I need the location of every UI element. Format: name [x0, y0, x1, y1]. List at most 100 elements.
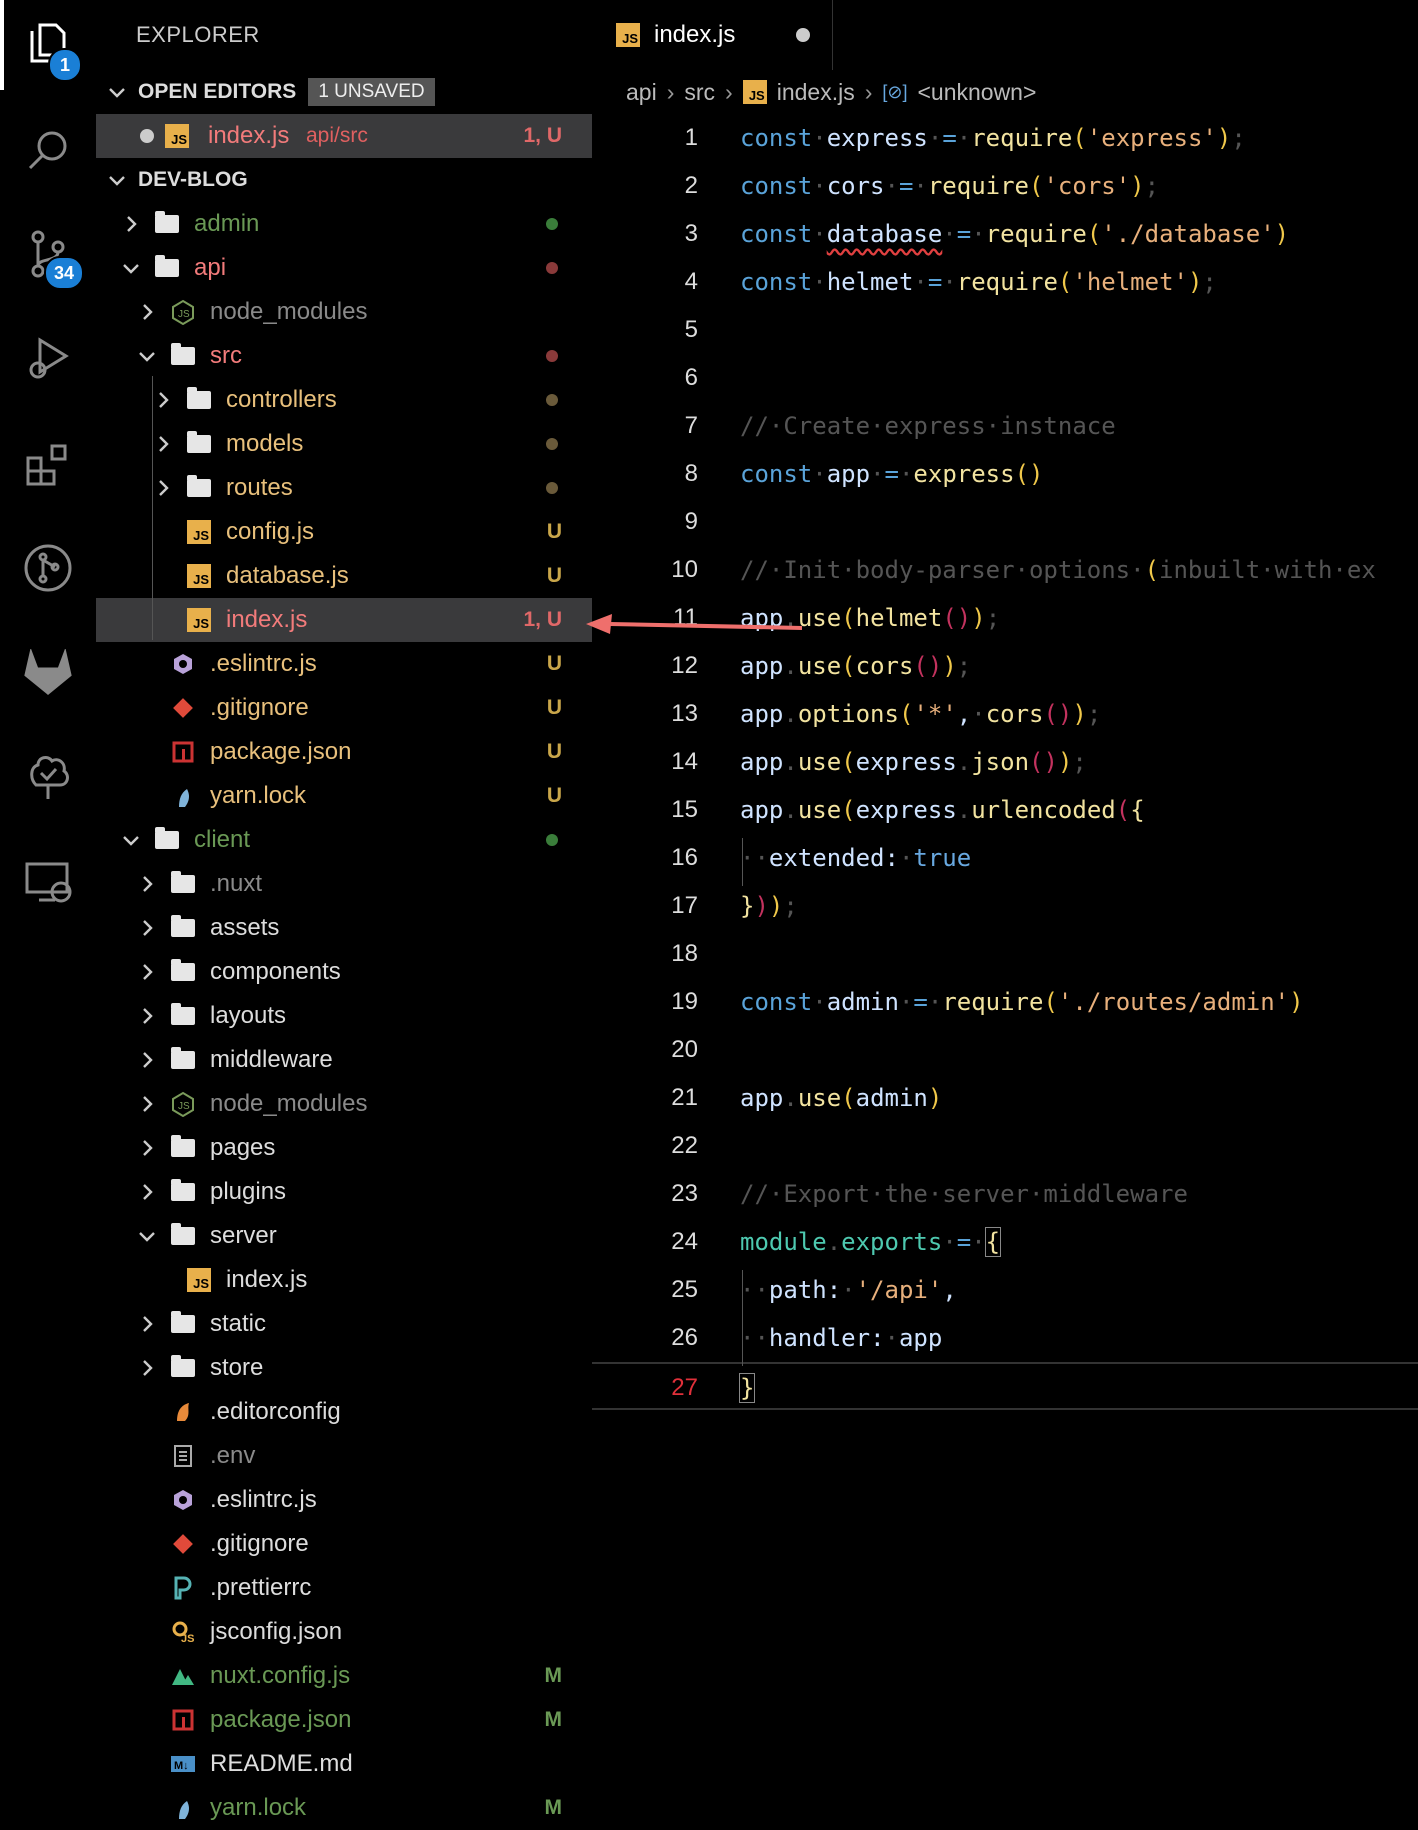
run-debug-icon[interactable] — [18, 328, 78, 388]
code-line[interactable]: 2 const·cors·=·require('cors'); — [592, 162, 1418, 210]
code-line[interactable]: 4 const·helmet·=·require('helmet'); — [592, 258, 1418, 306]
folder-row[interactable]: middleware — [96, 1038, 592, 1082]
code-line[interactable]: 17})); — [592, 882, 1418, 930]
chevron-down-icon[interactable] — [120, 829, 142, 851]
breadcrumb-item[interactable]: <unknown> — [917, 79, 1036, 106]
file-row[interactable]: package.json M — [96, 1698, 592, 1742]
code-line[interactable]: 18 — [592, 930, 1418, 978]
folder-row[interactable]: plugins — [96, 1170, 592, 1214]
file-row[interactable]: .gitignore — [96, 1522, 592, 1566]
file-row[interactable]: .editorconfig — [96, 1390, 592, 1434]
folder-row[interactable]: static — [96, 1302, 592, 1346]
code-line[interactable]: 10 //·Init·body-parser·options·(inbuilt·w… — [592, 546, 1418, 594]
file-row[interactable]: yarn.lock M — [96, 1786, 592, 1830]
code-line[interactable]: 13 app.options('*',·cors()); — [592, 690, 1418, 738]
breadcrumb-item[interactable]: src — [684, 79, 715, 106]
chevron-right-icon[interactable] — [136, 1313, 158, 1335]
file-row[interactable]: JS config.js U — [96, 510, 592, 554]
code-line[interactable]: 9 — [592, 498, 1418, 546]
code-line[interactable]: 1 const·express·=·require('express'); — [592, 114, 1418, 162]
folder-row[interactable]: layouts — [96, 994, 592, 1038]
folder-row[interactable]: components — [96, 950, 592, 994]
chevron-down-icon[interactable] — [120, 257, 142, 279]
folder-row[interactable]: pages — [96, 1126, 592, 1170]
file-row[interactable]: .env — [96, 1434, 592, 1478]
folder-row[interactable]: server — [96, 1214, 592, 1258]
gitlab-icon[interactable] — [18, 642, 78, 702]
project-header[interactable]: DEV-BLOG — [96, 162, 592, 198]
file-row[interactable]: yarn.lock U — [96, 774, 592, 818]
open-editor-item[interactable]: JS index.js api/src 1, U — [96, 114, 592, 158]
chevron-right-icon[interactable] — [152, 389, 174, 411]
code-line[interactable]: 3 const·database·=·require('./database') — [592, 210, 1418, 258]
folder-row[interactable]: admin — [96, 202, 592, 246]
folder-row[interactable]: store — [96, 1346, 592, 1390]
source-control-icon[interactable]: 34 — [18, 224, 84, 290]
file-row[interactable]: JS database.js U — [96, 554, 592, 598]
folder-row[interactable]: controllers — [96, 378, 592, 422]
file-row[interactable]: .gitignore U — [96, 686, 592, 730]
chevron-right-icon[interactable] — [136, 1357, 158, 1379]
code-line[interactable]: 26 ··handler:·app — [592, 1314, 1418, 1362]
code-line[interactable]: 25 ··path:·'/api', — [592, 1266, 1418, 1314]
code-line[interactable]: 27} — [592, 1362, 1418, 1410]
file-row[interactable]: JS jsconfig.json — [96, 1610, 592, 1654]
chevron-right-icon[interactable] — [136, 1137, 158, 1159]
file-row[interactable]: .eslintrc.js — [96, 1478, 592, 1522]
chevron-down-icon[interactable] — [136, 345, 158, 367]
chevron-right-icon[interactable] — [136, 873, 158, 895]
chevron-right-icon[interactable] — [120, 213, 142, 235]
chevron-right-icon[interactable] — [136, 1005, 158, 1027]
code-line[interactable]: 15 app.use(express.urlencoded({ — [592, 786, 1418, 834]
folder-row[interactable]: models — [96, 422, 592, 466]
chevron-right-icon[interactable] — [136, 917, 158, 939]
git-graph-icon[interactable] — [18, 538, 78, 598]
extensions-icon[interactable] — [18, 434, 78, 494]
tab-index-js[interactable]: JS index.js — [592, 0, 833, 70]
code-line[interactable]: 21 app.use(admin) — [592, 1074, 1418, 1122]
open-editors-header[interactable]: OPEN EDITORS 1 UNSAVED — [96, 74, 592, 110]
code-line[interactable]: 24 module.exports·=·{ — [592, 1218, 1418, 1266]
file-row[interactable]: .eslintrc.js U — [96, 642, 592, 686]
breadcrumb-item[interactable]: index.js — [777, 79, 855, 106]
file-row[interactable]: .prettierrc — [96, 1566, 592, 1610]
folder-row[interactable]: JS node_modules — [96, 1082, 592, 1126]
breadcrumb-item[interactable]: api — [626, 79, 657, 106]
chevron-right-icon[interactable] — [136, 961, 158, 983]
folder-row[interactable]: api — [96, 246, 592, 290]
file-row[interactable]: JS index.js 1, U — [96, 598, 592, 642]
code-line[interactable]: 23 //·Export·the·server·middleware — [592, 1170, 1418, 1218]
code-line[interactable]: 6 — [592, 354, 1418, 402]
file-row[interactable]: package.json U — [96, 730, 592, 774]
code-line[interactable]: 5 — [592, 306, 1418, 354]
files-icon[interactable]: 1 — [18, 12, 82, 82]
file-row[interactable]: JS index.js — [96, 1258, 592, 1302]
search-icon[interactable] — [18, 120, 78, 180]
code-line[interactable]: 16 ··extended:·true — [592, 834, 1418, 882]
code-line[interactable]: 8 const·app·=·express() — [592, 450, 1418, 498]
folder-row[interactable]: assets — [96, 906, 592, 950]
code-line[interactable]: 7 //·Create·express·instnace — [592, 402, 1418, 450]
folder-row[interactable]: routes — [96, 466, 592, 510]
chevron-right-icon[interactable] — [136, 1093, 158, 1115]
folder-row[interactable]: .nuxt — [96, 862, 592, 906]
code-line[interactable]: 12 app.use(cors()); — [592, 642, 1418, 690]
file-row[interactable]: M↓ README.md — [96, 1742, 592, 1786]
folder-row[interactable]: JS node_modules — [96, 290, 592, 334]
chevron-down-icon[interactable] — [136, 1225, 158, 1247]
chevron-right-icon[interactable] — [136, 1049, 158, 1071]
chevron-right-icon[interactable] — [136, 301, 158, 323]
code-line[interactable]: 20 — [592, 1026, 1418, 1074]
code-line[interactable]: 14 app.use(express.json()); — [592, 738, 1418, 786]
folder-row[interactable]: src — [96, 334, 592, 378]
chevron-right-icon[interactable] — [152, 477, 174, 499]
test-icon[interactable] — [18, 746, 78, 806]
chevron-right-icon[interactable] — [136, 1181, 158, 1203]
code-line[interactable]: 22 — [592, 1122, 1418, 1170]
chevron-right-icon[interactable] — [152, 433, 174, 455]
folder-row[interactable]: client — [96, 818, 592, 862]
remote-explorer-icon[interactable] — [18, 852, 78, 912]
file-row[interactable]: nuxt.config.js M — [96, 1654, 592, 1698]
code-line[interactable]: 19 const·admin·=·require('./routes/admin'… — [592, 978, 1418, 1026]
modified-dot-icon[interactable] — [796, 28, 810, 42]
